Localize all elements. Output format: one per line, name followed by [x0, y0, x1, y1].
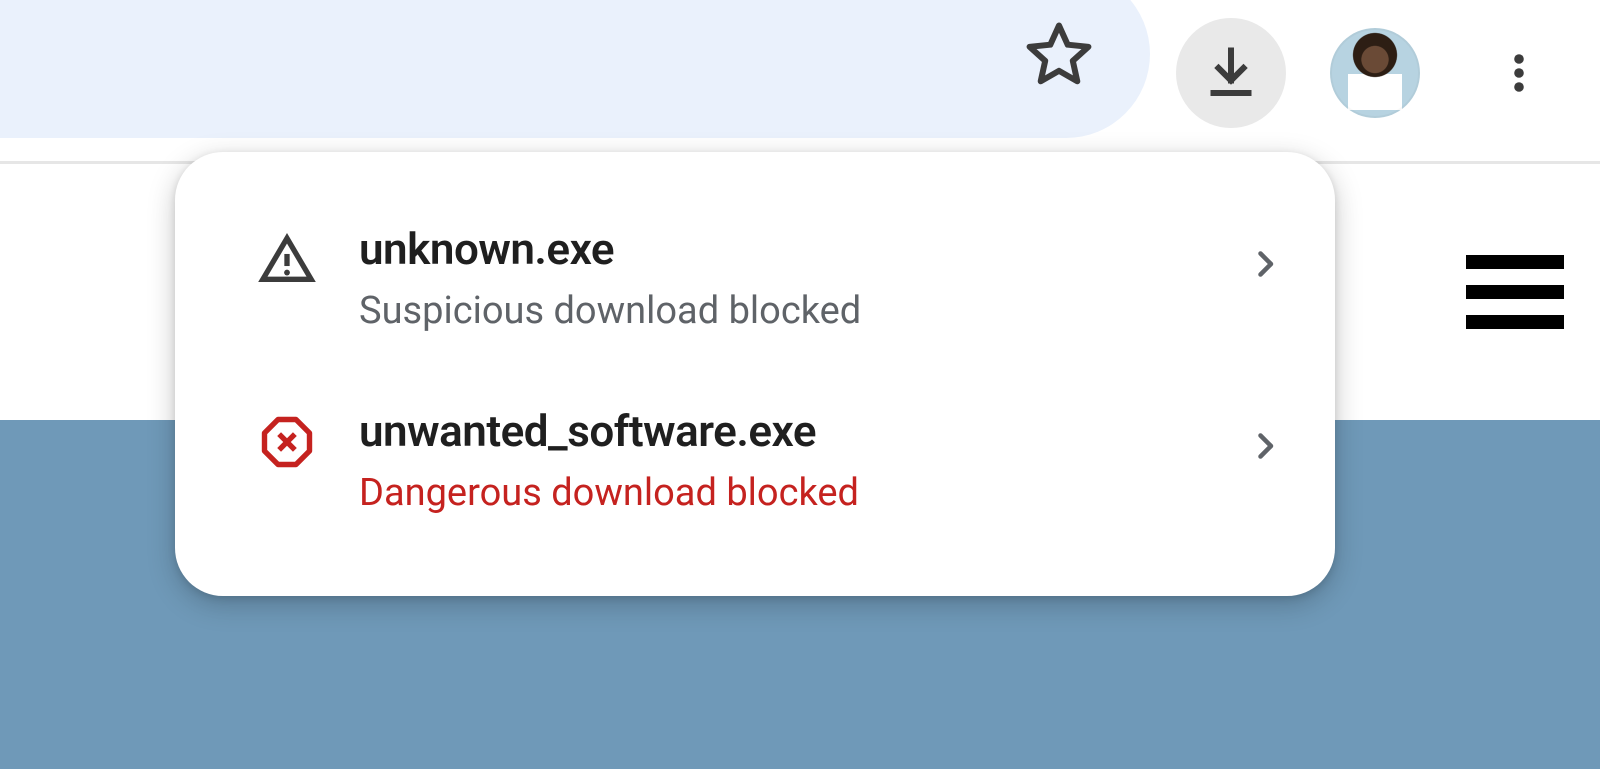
hamburger-bar-icon	[1466, 255, 1564, 269]
star-outline-icon	[1023, 18, 1095, 90]
download-item-text: unwanted_software.exe Dangerous download…	[359, 406, 1195, 516]
profile-avatar-button[interactable]	[1320, 18, 1430, 128]
chevron-right-icon	[1235, 234, 1295, 294]
download-item-text: unknown.exe Suspicious download blocked	[359, 224, 1195, 334]
download-filename: unknown.exe	[359, 224, 1195, 275]
download-item-suspicious[interactable]: unknown.exe Suspicious download blocked	[175, 200, 1335, 358]
page-menu-button[interactable]	[1466, 255, 1564, 329]
more-vertical-icon	[1495, 43, 1543, 103]
warning-triangle-icon	[255, 228, 319, 292]
hamburger-bar-icon	[1466, 315, 1564, 329]
danger-octagon-icon	[255, 410, 319, 474]
avatar-icon	[1330, 28, 1420, 118]
download-status: Suspicious download blocked	[359, 289, 1195, 335]
downloads-popup: unknown.exe Suspicious download blocked …	[175, 152, 1335, 596]
omnibox[interactable]	[0, 0, 1150, 138]
toolbar-actions	[1176, 18, 1574, 128]
bookmark-star-button[interactable]	[1004, 0, 1114, 109]
download-item-dangerous[interactable]: unwanted_software.exe Dangerous download…	[175, 382, 1335, 540]
download-filename: unwanted_software.exe	[359, 406, 1195, 457]
downloads-button[interactable]	[1176, 18, 1286, 128]
chevron-right-icon	[1235, 416, 1295, 476]
download-icon	[1201, 43, 1261, 103]
browser-toolbar	[0, 0, 1600, 164]
hamburger-bar-icon	[1466, 285, 1564, 299]
download-status: Dangerous download blocked	[359, 471, 1195, 517]
browser-menu-button[interactable]	[1464, 18, 1574, 128]
